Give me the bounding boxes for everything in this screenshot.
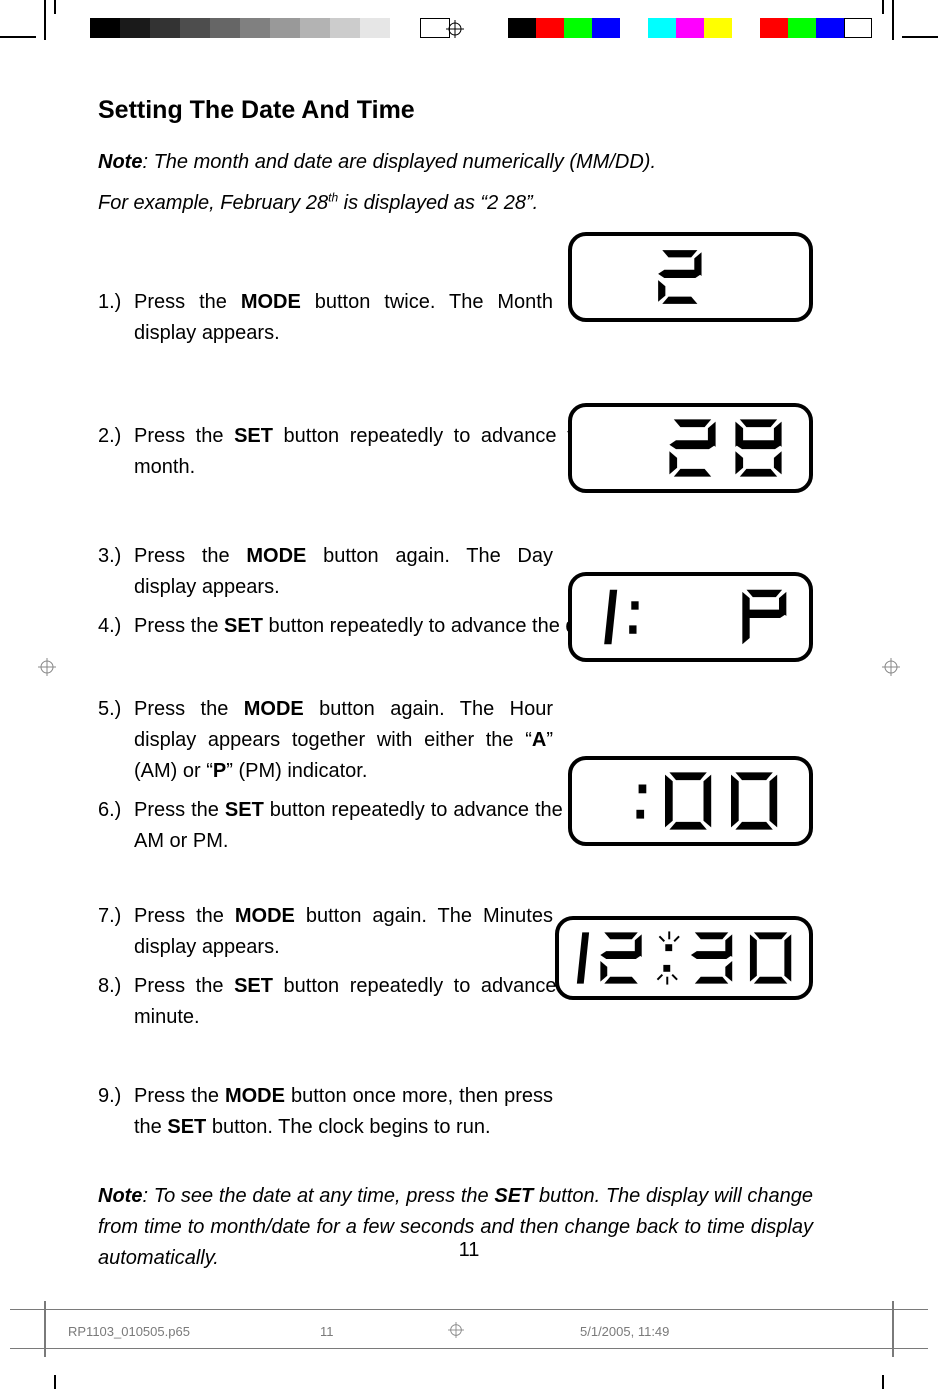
swatch	[592, 18, 620, 38]
step-number: 8.)	[98, 971, 134, 1002]
digit-2-icon	[600, 932, 641, 983]
crop-mark	[902, 36, 938, 38]
digit-1-icon	[604, 590, 617, 644]
crop-mark	[892, 1301, 894, 1357]
registration-target-icon	[38, 658, 56, 681]
note-label: Note	[98, 151, 142, 173]
step-number: 4.)	[98, 611, 134, 642]
digit-1-icon	[577, 932, 589, 983]
note-1b: For example, February 28th is displayed …	[98, 188, 813, 219]
crop-mark	[882, 1375, 884, 1389]
swatch	[676, 18, 704, 38]
note-text: SET	[494, 1185, 533, 1207]
step-number: 5.)	[98, 694, 134, 725]
registration-bottom	[0, 1369, 938, 1389]
note-1: Note: The month and date are displayed n…	[98, 147, 813, 178]
divider	[10, 1348, 928, 1349]
grayscale-bar	[90, 18, 450, 38]
swatch	[508, 18, 536, 38]
swatch	[704, 18, 732, 38]
swatch	[788, 18, 816, 38]
step-number: 7.)	[98, 901, 134, 932]
swatch	[732, 18, 760, 38]
swatch	[390, 18, 420, 38]
lcd-hour	[568, 572, 813, 662]
swatch	[536, 18, 564, 38]
swatch	[648, 18, 676, 38]
swatch	[620, 18, 648, 38]
proof-footer: RP1103_010505.p65 11 5/1/2005, 11:49	[0, 1309, 938, 1349]
color-bar	[508, 18, 872, 38]
swatch	[120, 18, 150, 38]
step-text: Press the MODE button once more, then pr…	[134, 1081, 813, 1143]
registration-target-icon	[448, 1322, 464, 1341]
swatch	[270, 18, 300, 38]
crop-mark	[54, 1375, 56, 1389]
step-number: 3.)	[98, 541, 134, 572]
footer-datetime: 5/1/2005, 11:49	[580, 1324, 669, 1339]
page-number: 11	[0, 1239, 938, 1262]
step-number: 6.)	[98, 795, 134, 826]
crop-mark	[0, 36, 36, 38]
crop-mark	[44, 0, 46, 40]
swatch	[210, 18, 240, 38]
step-number: 1.)	[98, 287, 134, 318]
page-title: Setting The Date And Time	[98, 96, 813, 125]
ordinal-sup: th	[328, 190, 338, 204]
swatch	[564, 18, 592, 38]
lcd-clock	[555, 916, 813, 1000]
crop-mark	[892, 0, 894, 40]
digit-3-icon	[691, 932, 732, 983]
swatch	[760, 18, 788, 38]
swatch	[240, 18, 270, 38]
footer-sheet: 11	[320, 1324, 334, 1339]
letter-p-icon	[742, 590, 786, 644]
footer-filename: RP1103_010505.p65	[68, 1324, 190, 1339]
registration-top	[0, 0, 938, 40]
digit-0-icon	[665, 772, 711, 829]
colon-blink-icon	[657, 931, 679, 984]
swatch	[150, 18, 180, 38]
lcd-minutes	[568, 756, 813, 846]
registration-target-icon	[446, 20, 464, 38]
swatch	[360, 18, 390, 38]
step-9: 9.) Press the MODE button once more, the…	[98, 1081, 813, 1143]
lcd-month	[568, 232, 813, 322]
note-text: : The month and date are displayed numer…	[142, 151, 656, 173]
step-number: 9.)	[98, 1081, 134, 1112]
divider	[10, 1309, 928, 1310]
note-text: : To see the date at any time, press the	[142, 1185, 494, 1207]
swatch	[90, 18, 120, 38]
crop-mark	[882, 0, 884, 14]
note-text: is displayed as “2 28”.	[338, 192, 538, 214]
step-number: 2.)	[98, 421, 134, 452]
digit-0-icon	[750, 932, 791, 983]
swatch	[330, 18, 360, 38]
digit-0-icon	[731, 772, 777, 829]
crop-mark	[44, 1301, 46, 1357]
colon-icon	[629, 601, 638, 633]
lcd-day	[568, 403, 813, 493]
swatch	[816, 18, 844, 38]
swatch	[180, 18, 210, 38]
digit-8-icon	[735, 419, 781, 476]
note-text: For example, February 28	[98, 192, 328, 214]
registration-target-icon	[882, 658, 900, 681]
swatch	[300, 18, 330, 38]
colon-icon	[636, 785, 646, 819]
digit-2-icon	[669, 419, 715, 476]
note-label: Note	[98, 1185, 142, 1207]
digit-2-icon	[658, 250, 701, 304]
crop-mark	[54, 0, 56, 14]
